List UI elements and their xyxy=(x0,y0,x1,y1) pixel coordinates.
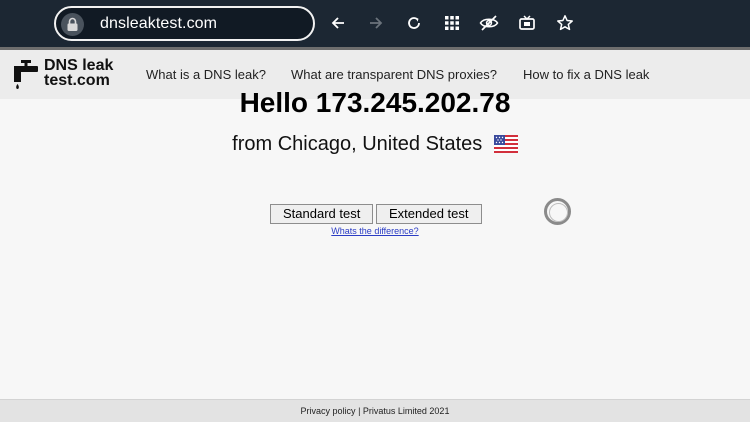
reload-icon[interactable] xyxy=(403,12,425,34)
url-text: dnsleaktest.com xyxy=(100,15,218,32)
back-arrow-icon[interactable] xyxy=(327,12,349,34)
browser-toolbar: dnsleaktest.com xyxy=(0,0,750,47)
us-flag-icon xyxy=(493,135,518,153)
apps-grid-icon[interactable] xyxy=(441,12,463,34)
greeting-heading: Hello 173.245.202.78 xyxy=(239,87,511,118)
lock-icon[interactable] xyxy=(61,13,84,36)
standard-test-button[interactable]: Standard test xyxy=(270,204,374,224)
nav-link-how-to-fix[interactable]: How to fix a DNS leak xyxy=(523,67,649,82)
site-logo[interactable]: DNS leak test.com xyxy=(12,57,122,91)
star-icon[interactable] xyxy=(554,12,576,34)
footer: Privacy policy | Privatus Limited 2021 xyxy=(0,399,750,422)
whats-the-difference-link[interactable]: Whats the difference? xyxy=(0,226,750,236)
eye-off-icon[interactable] xyxy=(478,12,500,34)
address-bar[interactable]: dnsleaktest.com xyxy=(54,6,315,41)
cursor-ring-icon xyxy=(544,198,571,225)
location-line: from Chicago, United States xyxy=(0,133,750,156)
nav-link-transparent-dns-proxies[interactable]: What are transparent DNS proxies? xyxy=(291,67,497,82)
footer-text[interactable]: Privacy policy | Privatus Limited 2021 xyxy=(301,406,450,416)
faucet-logo-icon xyxy=(14,60,38,89)
forward-arrow-icon[interactable] xyxy=(365,12,387,34)
tv-icon[interactable] xyxy=(516,12,538,34)
nav-link-what-is-dns-leak[interactable]: What is a DNS leak? xyxy=(146,67,266,82)
extended-test-button[interactable]: Extended test xyxy=(376,204,482,224)
location-text: from Chicago, United States xyxy=(232,133,483,155)
